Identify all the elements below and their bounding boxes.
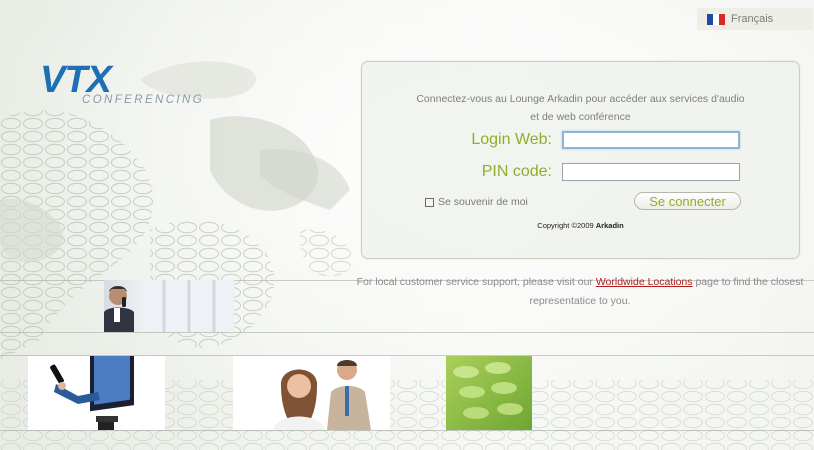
login-intro: Connectez-vous au Lounge Arkadin pour ac… xyxy=(362,90,799,126)
copyright-text: Copyright ©2009 Arkadin xyxy=(362,221,799,230)
login-page: Français VTX CONFERENCING Connectez-vous… xyxy=(0,0,814,450)
worldwide-locations-link[interactable]: Worldwide Locations xyxy=(596,276,693,288)
support-text-before: For local customer service support, plea… xyxy=(356,276,596,288)
businessman-phone-photo xyxy=(104,280,234,332)
connect-button[interactable]: Se connecter xyxy=(634,192,741,210)
photo-band-line xyxy=(0,430,814,431)
language-switcher[interactable]: Français xyxy=(697,8,813,30)
remember-me-option[interactable]: Se souvenir de moi xyxy=(425,196,528,208)
pin-code-label: PIN code: xyxy=(481,163,552,180)
intro-line-1: Connectez-vous au Lounge Arkadin pour ac… xyxy=(416,93,745,105)
remember-me-checkbox[interactable] xyxy=(425,197,434,207)
pin-code-input[interactable] xyxy=(562,163,740,181)
login-web-input[interactable] xyxy=(562,131,740,149)
logo-subtitle: CONFERENCING xyxy=(82,94,205,106)
login-panel: Connectez-vous au Lounge Arkadin pour ac… xyxy=(361,61,800,259)
copyright-prefix: Copyright ©2009 xyxy=(537,221,596,230)
photo-band-line xyxy=(0,332,814,333)
language-label[interactable]: Français xyxy=(731,13,773,25)
intro-line-2: et de web conférence xyxy=(530,111,631,123)
flag-red xyxy=(719,13,725,25)
support-message: For local customer service support, plea… xyxy=(356,273,804,311)
french-flag-icon xyxy=(707,13,725,25)
login-web-label: Login Web: xyxy=(471,131,552,148)
monitor-handshake-photo xyxy=(28,356,165,430)
phone-keypad-photo xyxy=(446,356,532,430)
copyright-brand: Arkadin xyxy=(595,221,624,230)
remember-me-label[interactable]: Se souvenir de moi xyxy=(438,196,528,208)
support-team-photo xyxy=(233,356,390,430)
